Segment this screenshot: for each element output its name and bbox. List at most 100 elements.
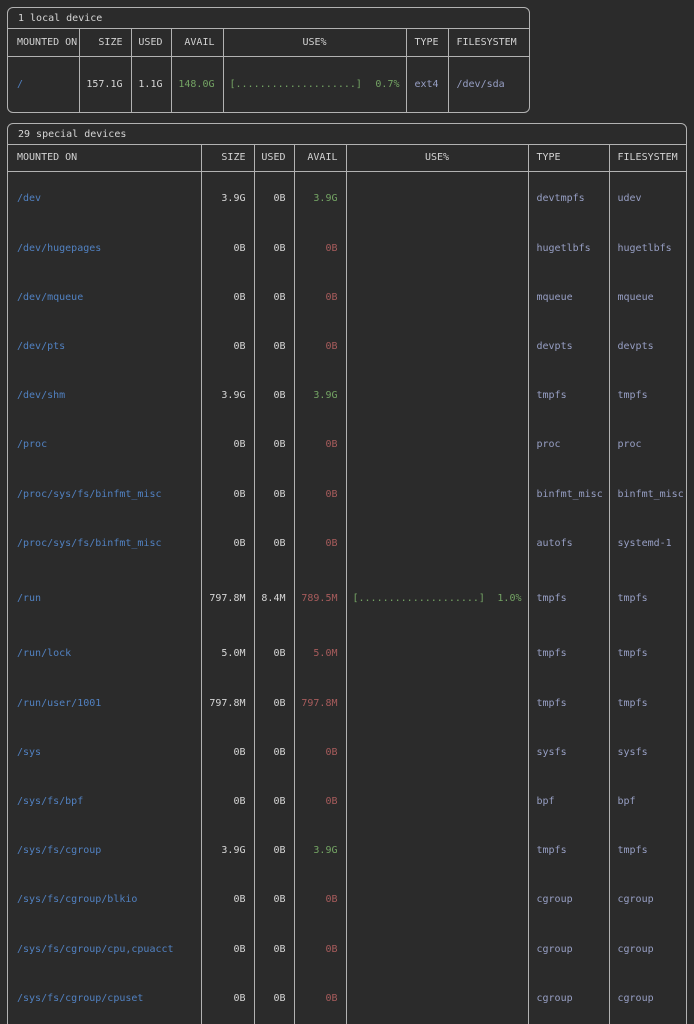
avail-cell: 789.5M bbox=[294, 569, 346, 630]
mounted-on-cell: /dev/mqueue bbox=[8, 273, 201, 322]
type-cell: tmpfs bbox=[528, 569, 609, 630]
use-percent-cell bbox=[346, 679, 528, 728]
size-cell: 3.9G bbox=[201, 172, 254, 225]
mounted-on-cell: /proc bbox=[8, 421, 201, 470]
usage-bar-wrap: [....................] 0.7% bbox=[224, 79, 406, 90]
filesystem-cell: proc bbox=[609, 421, 686, 470]
filesystem-cell: /dev/sda bbox=[448, 56, 529, 112]
filesystem-cell: hugetlbfs bbox=[609, 224, 686, 273]
local-header-row: MOUNTED ON SIZE USED AVAIL USE% TYPE FIL… bbox=[8, 29, 529, 56]
mounted-on-cell: /sys/fs/cgroup/devices bbox=[8, 1023, 201, 1024]
mounted-on-cell: /sys bbox=[8, 728, 201, 777]
column-header-avail: AVAIL bbox=[294, 145, 346, 172]
use-percent-cell bbox=[346, 827, 528, 876]
mount-row: /sys/fs/cgroup/devices 0B 0B 0B cgroup c… bbox=[8, 1023, 686, 1024]
size-cell: 0B bbox=[201, 925, 254, 974]
filesystem-cell: tmpfs bbox=[609, 827, 686, 876]
filesystem-cell: tmpfs bbox=[609, 372, 686, 421]
filesystem-cell: mqueue bbox=[609, 273, 686, 322]
usage-bar: [....................] bbox=[230, 79, 362, 90]
mount-row: /sys/fs/cgroup/cpu,cpuacct 0B 0B 0B cgro… bbox=[8, 925, 686, 974]
type-cell: cgroup bbox=[528, 1023, 609, 1024]
type-cell: cgroup bbox=[528, 925, 609, 974]
avail-cell: 797.8M bbox=[294, 679, 346, 728]
mount-row: /dev 3.9G 0B 3.9G devtmpfs udev bbox=[8, 172, 686, 225]
mounted-on-cell: /dev/hugepages bbox=[8, 224, 201, 273]
used-cell: 0B bbox=[254, 1023, 294, 1024]
mount-row: /sys/fs/bpf 0B 0B 0B bpf bpf bbox=[8, 778, 686, 827]
column-header-use-percent: USE% bbox=[223, 29, 406, 56]
avail-cell: 0B bbox=[294, 224, 346, 273]
type-cell: ext4 bbox=[406, 56, 448, 112]
used-cell: 0B bbox=[254, 630, 294, 679]
used-cell: 0B bbox=[254, 172, 294, 225]
size-cell: 0B bbox=[201, 876, 254, 925]
filesystem-cell: devpts bbox=[609, 323, 686, 372]
mount-row: /run 797.8M 8.4M 789.5M [...............… bbox=[8, 569, 686, 630]
used-cell: 0B bbox=[254, 519, 294, 568]
type-cell: cgroup bbox=[528, 974, 609, 1023]
use-percent-cell bbox=[346, 372, 528, 421]
mounted-on-cell: /dev/shm bbox=[8, 372, 201, 421]
mount-row: /proc 0B 0B 0B proc proc bbox=[8, 421, 686, 470]
used-cell: 8.4M bbox=[254, 569, 294, 630]
used-cell: 0B bbox=[254, 827, 294, 876]
avail-cell: 3.9G bbox=[294, 372, 346, 421]
use-percent-cell bbox=[346, 172, 528, 225]
special-devices-table: MOUNTED ON SIZE USED AVAIL USE% TYPE FIL… bbox=[8, 145, 686, 1024]
mounted-on-cell: /sys/fs/cgroup/blkio bbox=[8, 876, 201, 925]
local-devices-title: 1 local device bbox=[8, 8, 529, 29]
use-percent-cell bbox=[346, 1023, 528, 1024]
local-devices-rows: / 157.1G 1.1G 148.0G [..................… bbox=[8, 56, 529, 112]
mounted-on-cell: /sys/fs/cgroup/cpu,cpuacct bbox=[8, 925, 201, 974]
mount-row: /sys/fs/cgroup/blkio 0B 0B 0B cgroup cgr… bbox=[8, 876, 686, 925]
use-percent-cell bbox=[346, 421, 528, 470]
mount-row: / 157.1G 1.1G 148.0G [..................… bbox=[8, 56, 529, 112]
size-cell: 157.1G bbox=[79, 56, 131, 112]
type-cell: autofs bbox=[528, 519, 609, 568]
filesystem-cell: tmpfs bbox=[609, 630, 686, 679]
type-cell: tmpfs bbox=[528, 679, 609, 728]
size-cell: 0B bbox=[201, 273, 254, 322]
mounted-on-cell: /run bbox=[8, 569, 201, 630]
type-cell: tmpfs bbox=[528, 372, 609, 421]
use-percent-cell bbox=[346, 323, 528, 372]
column-header-size: SIZE bbox=[201, 145, 254, 172]
special-devices-panel: 29 special devices MOUNTED ON SIZE USED … bbox=[7, 123, 687, 1024]
used-cell: 0B bbox=[254, 974, 294, 1023]
avail-cell: 0B bbox=[294, 273, 346, 322]
column-header-avail: AVAIL bbox=[171, 29, 223, 56]
use-percent-cell: [....................] 1.0% bbox=[346, 569, 528, 630]
size-cell: 5.0M bbox=[201, 630, 254, 679]
size-cell: 0B bbox=[201, 323, 254, 372]
special-devices-title: 29 special devices bbox=[8, 124, 686, 145]
used-cell: 0B bbox=[254, 876, 294, 925]
mount-row: /dev/shm 3.9G 0B 3.9G tmpfs tmpfs bbox=[8, 372, 686, 421]
size-cell: 0B bbox=[201, 519, 254, 568]
filesystem-cell: bpf bbox=[609, 778, 686, 827]
size-cell: 0B bbox=[201, 421, 254, 470]
mounted-on-cell: /dev/pts bbox=[8, 323, 201, 372]
use-percent-cell bbox=[346, 224, 528, 273]
used-cell: 0B bbox=[254, 273, 294, 322]
avail-cell: 5.0M bbox=[294, 630, 346, 679]
mounted-on-cell: /sys/fs/bpf bbox=[8, 778, 201, 827]
avail-cell: 148.0G bbox=[171, 56, 223, 112]
size-cell: 3.9G bbox=[201, 372, 254, 421]
mount-row: /sys/fs/cgroup/cpuset 0B 0B 0B cgroup cg… bbox=[8, 974, 686, 1023]
mounted-on-cell: / bbox=[8, 56, 79, 112]
filesystem-cell: cgroup bbox=[609, 925, 686, 974]
mount-row: /proc/sys/fs/binfmt_misc 0B 0B 0B autofs… bbox=[8, 519, 686, 568]
mount-row: /run/lock 5.0M 0B 5.0M tmpfs tmpfs bbox=[8, 630, 686, 679]
usage-percent: 0.7% bbox=[375, 79, 399, 90]
column-header-use-percent: USE% bbox=[346, 145, 528, 172]
column-header-size: SIZE bbox=[79, 29, 131, 56]
type-cell: cgroup bbox=[528, 876, 609, 925]
use-percent-cell: [....................] 0.7% bbox=[223, 56, 406, 112]
size-cell: 797.8M bbox=[201, 679, 254, 728]
size-cell: 0B bbox=[201, 974, 254, 1023]
use-percent-cell bbox=[346, 876, 528, 925]
avail-cell: 0B bbox=[294, 925, 346, 974]
avail-cell: 0B bbox=[294, 778, 346, 827]
mounted-on-cell: /proc/sys/fs/binfmt_misc bbox=[8, 519, 201, 568]
